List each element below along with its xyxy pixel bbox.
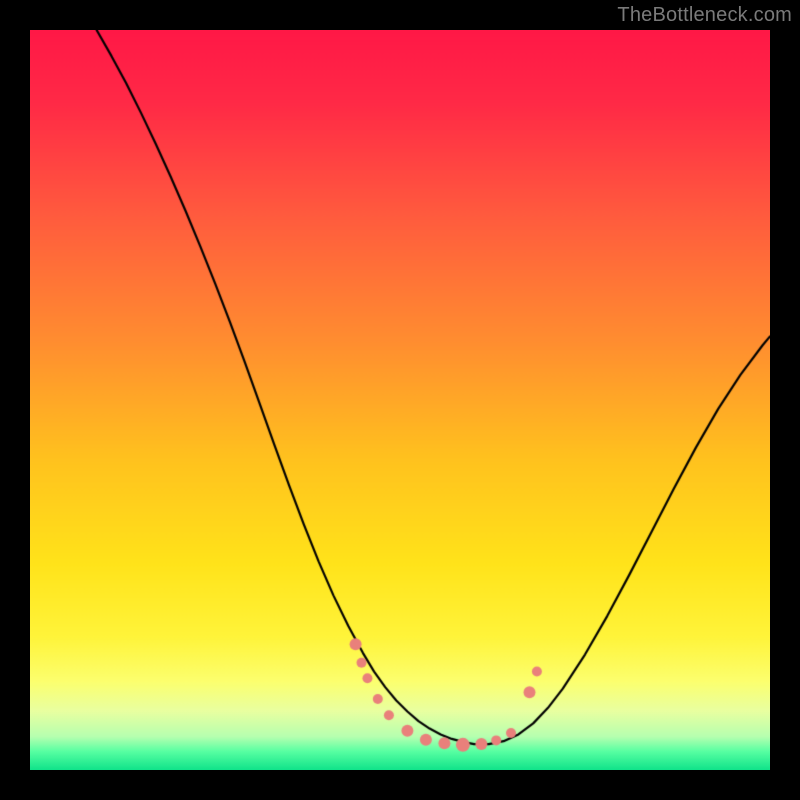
- watermark-text: TheBottleneck.com: [617, 4, 792, 27]
- bottleneck-curve-canvas: [30, 30, 770, 770]
- chart-stage: TheBottleneck.com: [0, 0, 800, 800]
- plot-area: [30, 30, 770, 770]
